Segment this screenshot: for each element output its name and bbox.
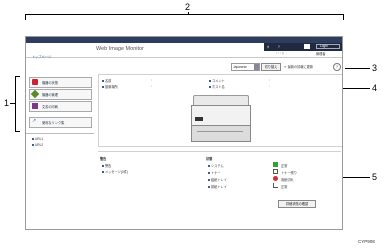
header-rule xyxy=(26,57,342,58)
status-icon xyxy=(32,79,38,85)
callout-2-bracket xyxy=(25,14,344,20)
callout-4: 4 xyxy=(372,83,378,93)
detail-status-button[interactable]: 詳細状態の確認 xyxy=(278,200,316,208)
toner-icon xyxy=(273,169,278,174)
print-icon xyxy=(32,103,38,109)
paper-tray-icon xyxy=(273,176,278,181)
info-hostname: ホスト名 xyxy=(209,84,225,89)
callout-3-line xyxy=(345,68,370,69)
admin-label: 管理者 xyxy=(316,52,326,56)
status-row-system: システム xyxy=(208,163,224,168)
sidebar-item-label: 機器の管理 xyxy=(42,93,58,97)
callout-2-stem xyxy=(188,12,189,15)
input-tray-status-value: 用紙切れ xyxy=(281,178,294,182)
system-ok-icon xyxy=(273,162,278,167)
sidebar-divider xyxy=(26,133,94,134)
warning-item[interactable]: 警告 xyxy=(102,163,111,168)
sidebar-item-label: 便利なリンク集 xyxy=(42,121,65,125)
status-row-output-tray: 排紙トレイ xyxy=(208,184,227,189)
refresh-icon: ⟳ xyxy=(284,65,287,69)
language-select[interactable]: Japanese xyxy=(231,63,260,71)
top-toolbar: ⚲ ? Login xyxy=(264,43,342,51)
chevron-down-icon xyxy=(254,64,259,70)
sidebar-link-1[interactable]: URL1 xyxy=(32,137,43,141)
help-icon[interactable]: ? xyxy=(333,63,341,71)
callout-5: 5 xyxy=(372,172,378,182)
device-info-panel: 名前 : 設置場所 : コメント : ホスト名 : xyxy=(98,74,342,147)
output-tray-status-value: 正常 xyxy=(281,185,288,189)
info-comment: コメント xyxy=(209,78,225,83)
info-location: 設置場所 xyxy=(102,84,118,89)
info-name-colon: : xyxy=(151,78,152,82)
info-hostname-colon: : xyxy=(269,84,270,88)
system-status-value: 正常 xyxy=(281,164,288,168)
login-icon[interactable] xyxy=(304,44,310,49)
printer-image xyxy=(191,95,251,142)
search-icon[interactable]: ⚲ xyxy=(267,45,269,49)
toner-status-value: トナー残り xyxy=(281,171,297,175)
status-row-input-tray: 給紙トレイ xyxy=(208,177,227,182)
switch-button[interactable]: 切り替え xyxy=(261,63,281,71)
info-comment-colon: : xyxy=(269,78,270,82)
sidebar-item-print[interactable]: 文書の印刷 xyxy=(29,101,92,112)
sidebar: 機器の状態 機器の管理 文書の印刷 ↗ 便利なリンク集 xyxy=(26,75,94,135)
help-top-icon[interactable]: ? xyxy=(278,45,280,49)
message-item[interactable]: メッセージ(0件) xyxy=(102,169,128,174)
info-name: 名前 xyxy=(102,78,111,83)
refresh-link[interactable]: ⟳ 最新の情報に更新 xyxy=(284,64,313,69)
breadcrumb[interactable]: トップページ xyxy=(32,54,51,59)
callout-3: 3 xyxy=(372,63,378,73)
info-location-colon: : xyxy=(151,84,152,88)
callout-1: 1 xyxy=(4,98,10,108)
sidebar-item-label: 文書の印刷 xyxy=(42,105,58,109)
figure-id: CYP908 xyxy=(358,239,375,244)
app-title: Web Image Monitor xyxy=(96,46,144,52)
sidebar-item-settings[interactable]: 機器の管理 xyxy=(29,89,92,100)
link-icon: ↗ xyxy=(32,118,37,124)
sidebar-item-label: 機器の状態 xyxy=(42,81,58,85)
status-row-toner: トナー xyxy=(208,170,221,175)
header-status-icons: ◦ ◦ ◦ ▯ xyxy=(276,51,284,55)
callout-2: 2 xyxy=(185,2,191,12)
status-title: 状態 xyxy=(206,157,213,161)
status-panel: 警告 警告 メッセージ(0件) 状態 システム トナー 給紙トレイ 排紙トレイ … xyxy=(98,151,341,216)
sidebar-link-2[interactable]: URL2 xyxy=(32,143,43,147)
sidebar-item-status[interactable]: 機器の状態 xyxy=(29,77,92,88)
settings-icon xyxy=(30,89,40,99)
output-tray-icon xyxy=(273,183,278,188)
warning-title: 警告 xyxy=(100,157,107,161)
browser-screen: ⚲ ? Login Web Image Monitor ◦ ◦ ◦ ▯ 管理者 … xyxy=(25,36,343,230)
callout-1-bracket xyxy=(15,76,20,132)
login-label: Login xyxy=(320,44,328,48)
sidebar-item-links[interactable]: ↗ 便利なリンク集 xyxy=(29,117,92,128)
